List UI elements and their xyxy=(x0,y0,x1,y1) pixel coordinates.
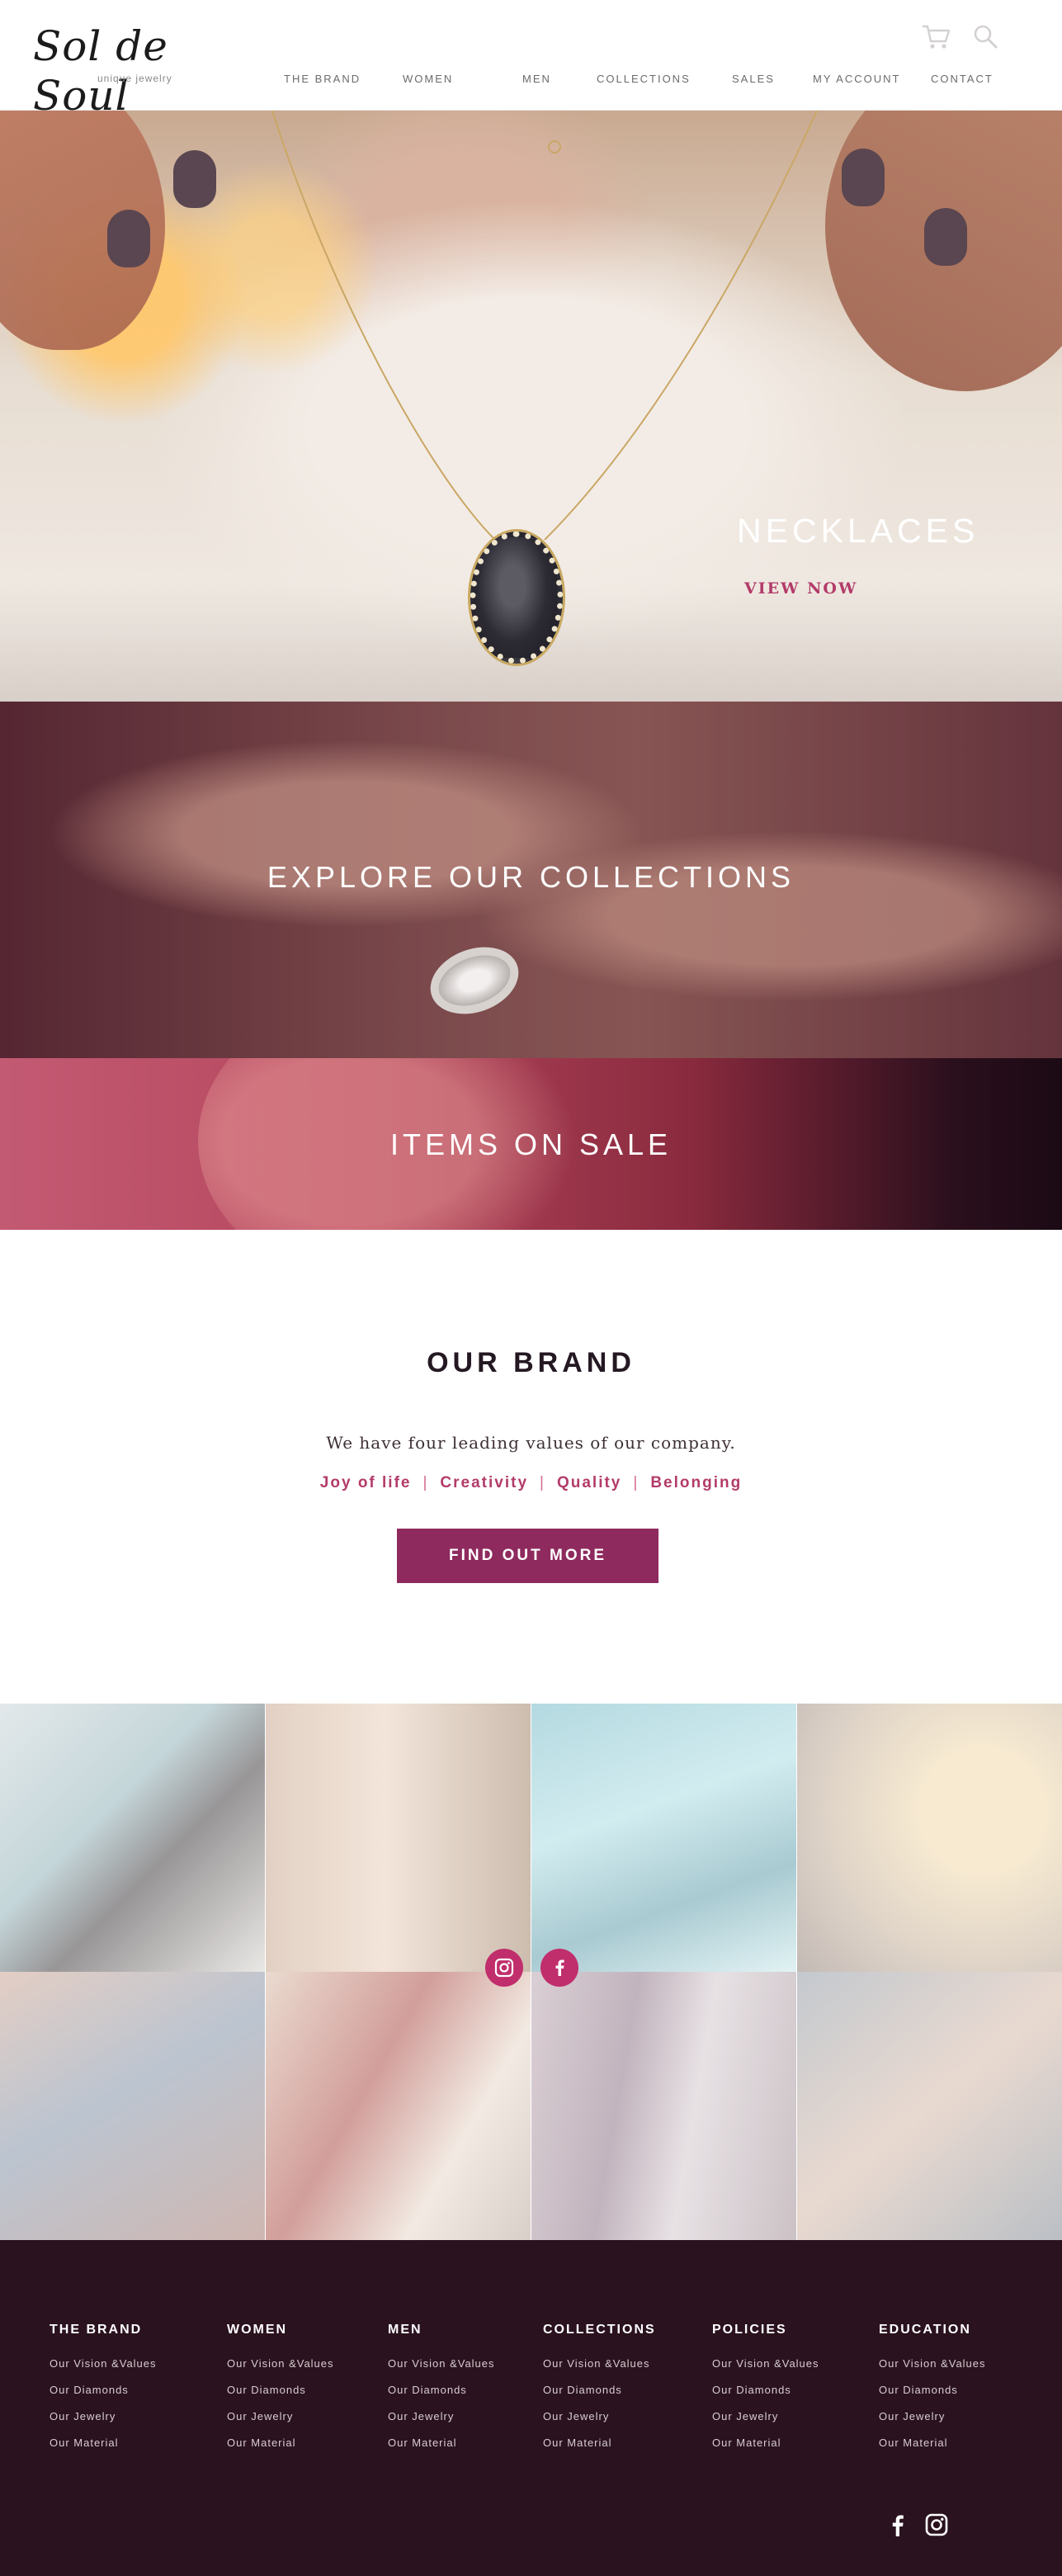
footer-column-collections: COLLECTIONS Our Vision &Values Our Diamo… xyxy=(543,2323,656,2456)
footer-column-education: EDUCATION Our Vision &Values Our Diamond… xyxy=(879,2323,986,2456)
footer-link[interactable]: Our Jewelry xyxy=(50,2403,157,2430)
search-icon[interactable] xyxy=(972,23,998,50)
footer-link[interactable]: Our Material xyxy=(543,2430,656,2456)
footer-column-policies: POLICIES Our Vision &Values Our Diamonds… xyxy=(712,2323,819,2456)
footer-link[interactable]: Our Diamonds xyxy=(50,2377,157,2403)
nav-item-men[interactable]: MEN xyxy=(522,73,551,85)
footer-link[interactable]: Our Diamonds xyxy=(388,2377,495,2403)
gallery-photo[interactable] xyxy=(531,1704,796,1972)
footer-link[interactable]: Our Vision &Values xyxy=(388,2351,495,2377)
footer-link[interactable]: Our Material xyxy=(712,2430,819,2456)
gallery-photo[interactable] xyxy=(266,1704,531,1972)
footer-link[interactable]: Our Diamonds xyxy=(712,2377,819,2403)
gallery-photo[interactable] xyxy=(797,1972,1062,2240)
nav-item-collections[interactable]: COLLECTIONS xyxy=(597,73,691,85)
hero-banner: NECKLACES VIEW NOW xyxy=(0,111,1062,702)
instagram-icon xyxy=(494,1958,514,1978)
footer-link[interactable]: Our Vision &Values xyxy=(879,2351,986,2377)
nav-item-the-brand[interactable]: THE BRAND xyxy=(284,73,361,85)
gallery-facebook-button[interactable] xyxy=(540,1949,578,1987)
facebook-icon[interactable] xyxy=(885,2512,910,2537)
footer-column-men: MEN Our Vision &Values Our Diamonds Our … xyxy=(388,2323,495,2456)
brand-value: Creativity xyxy=(440,1474,529,1491)
nav-item-contact[interactable]: CONTACT xyxy=(931,73,994,85)
collections-banner-title[interactable]: EXPLORE OUR COLLECTIONS xyxy=(0,860,1062,895)
value-separator: | xyxy=(633,1474,640,1491)
footer-link[interactable]: Our Vision &Values xyxy=(50,2351,157,2377)
footer-column-the-brand: THE BRAND Our Vision &Values Our Diamond… xyxy=(50,2323,157,2456)
main-nav: THE BRAND WOMEN MEN COLLECTIONS SALES MY… xyxy=(0,73,1062,89)
brand-value: Joy of life xyxy=(319,1474,412,1491)
brand-description: We have four leading values of our compa… xyxy=(326,1433,736,1453)
brand-value: Belonging xyxy=(650,1474,743,1491)
footer-link[interactable]: Our Diamonds xyxy=(543,2377,656,2403)
gallery-instagram-button[interactable] xyxy=(485,1949,523,1987)
footer-heading: EDUCATION xyxy=(879,2323,971,2337)
nav-item-sales[interactable]: SALES xyxy=(732,73,775,85)
brand-section: OUR BRAND We have four leading values of… xyxy=(0,1230,1062,1704)
sale-banner-title[interactable]: ITEMS ON SALE xyxy=(0,1127,1062,1162)
gallery-photo[interactable] xyxy=(0,1704,265,1972)
photo-gallery xyxy=(0,1704,1062,2240)
nav-item-women[interactable]: WOMEN xyxy=(403,73,453,85)
hero-image-pendant xyxy=(470,532,563,664)
gallery-photo[interactable] xyxy=(531,1972,796,2240)
footer-link[interactable]: Our Material xyxy=(50,2430,157,2456)
footer-heading: MEN xyxy=(388,2323,422,2337)
site-header: Sol de Soul unique jewelry THE BRAND WOM… xyxy=(0,0,1062,120)
find-out-more-button[interactable]: FIND OUT MORE xyxy=(397,1529,658,1583)
footer-link[interactable]: Our Jewelry xyxy=(227,2403,334,2430)
cart-icon[interactable] xyxy=(921,23,951,50)
value-separator: | xyxy=(540,1474,545,1491)
footer-heading: POLICIES xyxy=(712,2323,787,2337)
footer-link[interactable]: Our Material xyxy=(388,2430,495,2456)
instagram-icon[interactable] xyxy=(924,2512,949,2537)
footer-link[interactable]: Our Material xyxy=(879,2430,986,2456)
footer-link[interactable]: Our Jewelry xyxy=(543,2403,656,2430)
hero-view-now-link[interactable]: VIEW NOW xyxy=(744,579,857,598)
footer-link[interactable]: Our Jewelry xyxy=(388,2403,495,2430)
footer-link[interactable]: Our Jewelry xyxy=(879,2403,986,2430)
footer-link[interactable]: Our Vision &Values xyxy=(712,2351,819,2377)
footer-link[interactable]: Our Jewelry xyxy=(712,2403,819,2430)
sale-banner[interactable]: ITEMS ON SALE xyxy=(0,1058,1062,1230)
brand-title: OUR BRAND xyxy=(427,1347,635,1378)
footer-heading: THE BRAND xyxy=(50,2323,143,2337)
footer-link[interactable]: Our Vision &Values xyxy=(543,2351,656,2377)
gallery-photo[interactable] xyxy=(266,1972,531,2240)
brand-values: Joy of life | Creativity | Quality | Belonging xyxy=(0,1474,1062,1492)
logo-name: Sol de Soul xyxy=(33,22,168,120)
footer-column-women: WOMEN Our Vision &Values Our Diamonds Ou… xyxy=(227,2323,334,2456)
footer-link[interactable]: Our Diamonds xyxy=(879,2377,986,2403)
footer-link[interactable]: Our Material xyxy=(227,2430,334,2456)
facebook-icon xyxy=(555,1959,564,1976)
collections-banner[interactable]: EXPLORE OUR COLLECTIONS xyxy=(0,702,1062,1058)
gallery-photo[interactable] xyxy=(0,1972,265,2240)
gallery-photo[interactable] xyxy=(797,1704,1062,1972)
value-separator: | xyxy=(422,1474,429,1491)
footer-link[interactable]: Our Diamonds xyxy=(227,2377,334,2403)
footer-link[interactable]: Our Vision &Values xyxy=(227,2351,334,2377)
footer-heading: WOMEN xyxy=(227,2323,288,2337)
brand-value: Quality xyxy=(556,1474,622,1491)
hero-title: NECKLACES xyxy=(737,512,979,550)
nav-item-my-account[interactable]: MY ACCOUNT xyxy=(813,73,900,85)
footer-heading: COLLECTIONS xyxy=(543,2323,656,2337)
